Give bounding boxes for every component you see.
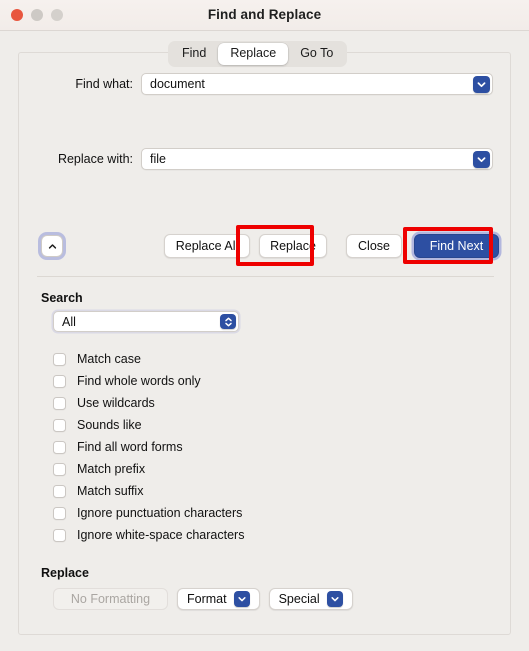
replace-with-row: Replace with: file <box>19 147 510 171</box>
find-what-combobox[interactable]: document <box>141 73 493 95</box>
replace-button[interactable]: Replace <box>259 234 327 258</box>
find-what-row: Find what: document <box>19 72 510 96</box>
find-what-label: Find what: <box>75 77 133 91</box>
option-ignore-white-space-characters[interactable]: Ignore white-space characters <box>53 524 473 546</box>
replace-section-title: Replace <box>41 566 89 580</box>
checkbox-icon[interactable] <box>53 462 66 476</box>
option-find-whole-words-only[interactable]: Find whole words only <box>53 370 473 392</box>
chevron-down-icon[interactable] <box>233 591 250 607</box>
option-label: Ignore punctuation characters <box>77 506 243 520</box>
option-label: Match case <box>77 352 141 366</box>
action-button-row: Replace All Replace Close Find Next <box>19 231 510 265</box>
replace-all-button[interactable]: Replace All <box>164 234 250 258</box>
replace-with-label: Replace with: <box>57 152 133 166</box>
window-title: Find and Replace <box>207 7 322 22</box>
dialog-panel: Find what: document Replace with: file R… <box>18 52 511 635</box>
checkbox-icon[interactable] <box>53 418 66 432</box>
chevron-up-down-icon[interactable] <box>220 314 236 329</box>
chevron-down-icon[interactable] <box>326 591 343 607</box>
search-options-list: Match case Find whole words only Use wil… <box>53 348 473 546</box>
special-menu-button[interactable]: Special <box>268 588 353 610</box>
checkbox-icon[interactable] <box>53 396 66 410</box>
no-formatting-button[interactable]: No Formatting <box>53 588 168 610</box>
chevron-up-icon <box>48 243 56 249</box>
checkbox-icon[interactable] <box>53 484 66 498</box>
option-label: Find whole words only <box>77 374 201 388</box>
checkbox-icon[interactable] <box>53 506 66 520</box>
option-match-suffix[interactable]: Match suffix <box>53 480 473 502</box>
replace-with-combobox[interactable]: file <box>141 148 493 170</box>
tab-go-to[interactable]: Go To <box>288 43 345 65</box>
option-match-case[interactable]: Match case <box>53 348 473 370</box>
option-find-all-word-forms[interactable]: Find all word forms <box>53 436 473 458</box>
search-section-title: Search <box>41 291 83 305</box>
tab-find[interactable]: Find <box>170 43 218 65</box>
replace-with-input[interactable]: file <box>142 152 492 166</box>
checkbox-icon[interactable] <box>53 440 66 454</box>
find-and-replace-window: Find and Replace Find Replace Go To Find… <box>0 0 529 651</box>
find-what-input[interactable]: document <box>142 77 492 91</box>
format-menu-button[interactable]: Format <box>177 588 260 610</box>
option-label: Match suffix <box>77 484 144 498</box>
option-label: Sounds like <box>77 418 142 432</box>
find-next-button[interactable]: Find Next <box>414 234 499 258</box>
checkbox-icon[interactable] <box>53 374 66 388</box>
option-ignore-punctuation-characters[interactable]: Ignore punctuation characters <box>53 502 473 524</box>
collapse-panel-button[interactable] <box>41 235 63 257</box>
close-button[interactable]: Close <box>346 234 402 258</box>
section-divider <box>37 276 494 277</box>
option-label: Use wildcards <box>77 396 155 410</box>
search-scope-select[interactable]: All <box>53 311 239 332</box>
tab-bar: Find Replace Go To <box>168 41 348 67</box>
title-bar: Find and Replace <box>0 0 529 31</box>
option-match-prefix[interactable]: Match prefix <box>53 458 473 480</box>
option-use-wildcards[interactable]: Use wildcards <box>53 392 473 414</box>
search-scope-value: All <box>62 314 76 329</box>
option-label: Ignore white-space characters <box>77 528 245 542</box>
special-menu-label: Special <box>278 592 320 606</box>
option-sounds-like[interactable]: Sounds like <box>53 414 473 436</box>
chevron-down-icon[interactable] <box>473 76 490 93</box>
option-label: Find all word forms <box>77 440 183 454</box>
checkbox-icon[interactable] <box>53 528 66 542</box>
format-menu-label: Format <box>187 592 227 606</box>
chevron-down-icon[interactable] <box>473 151 490 168</box>
tab-replace[interactable]: Replace <box>218 43 289 65</box>
replace-formatting-row: No Formatting Format Special <box>53 588 353 610</box>
checkbox-icon[interactable] <box>53 352 66 366</box>
option-label: Match prefix <box>77 462 146 476</box>
